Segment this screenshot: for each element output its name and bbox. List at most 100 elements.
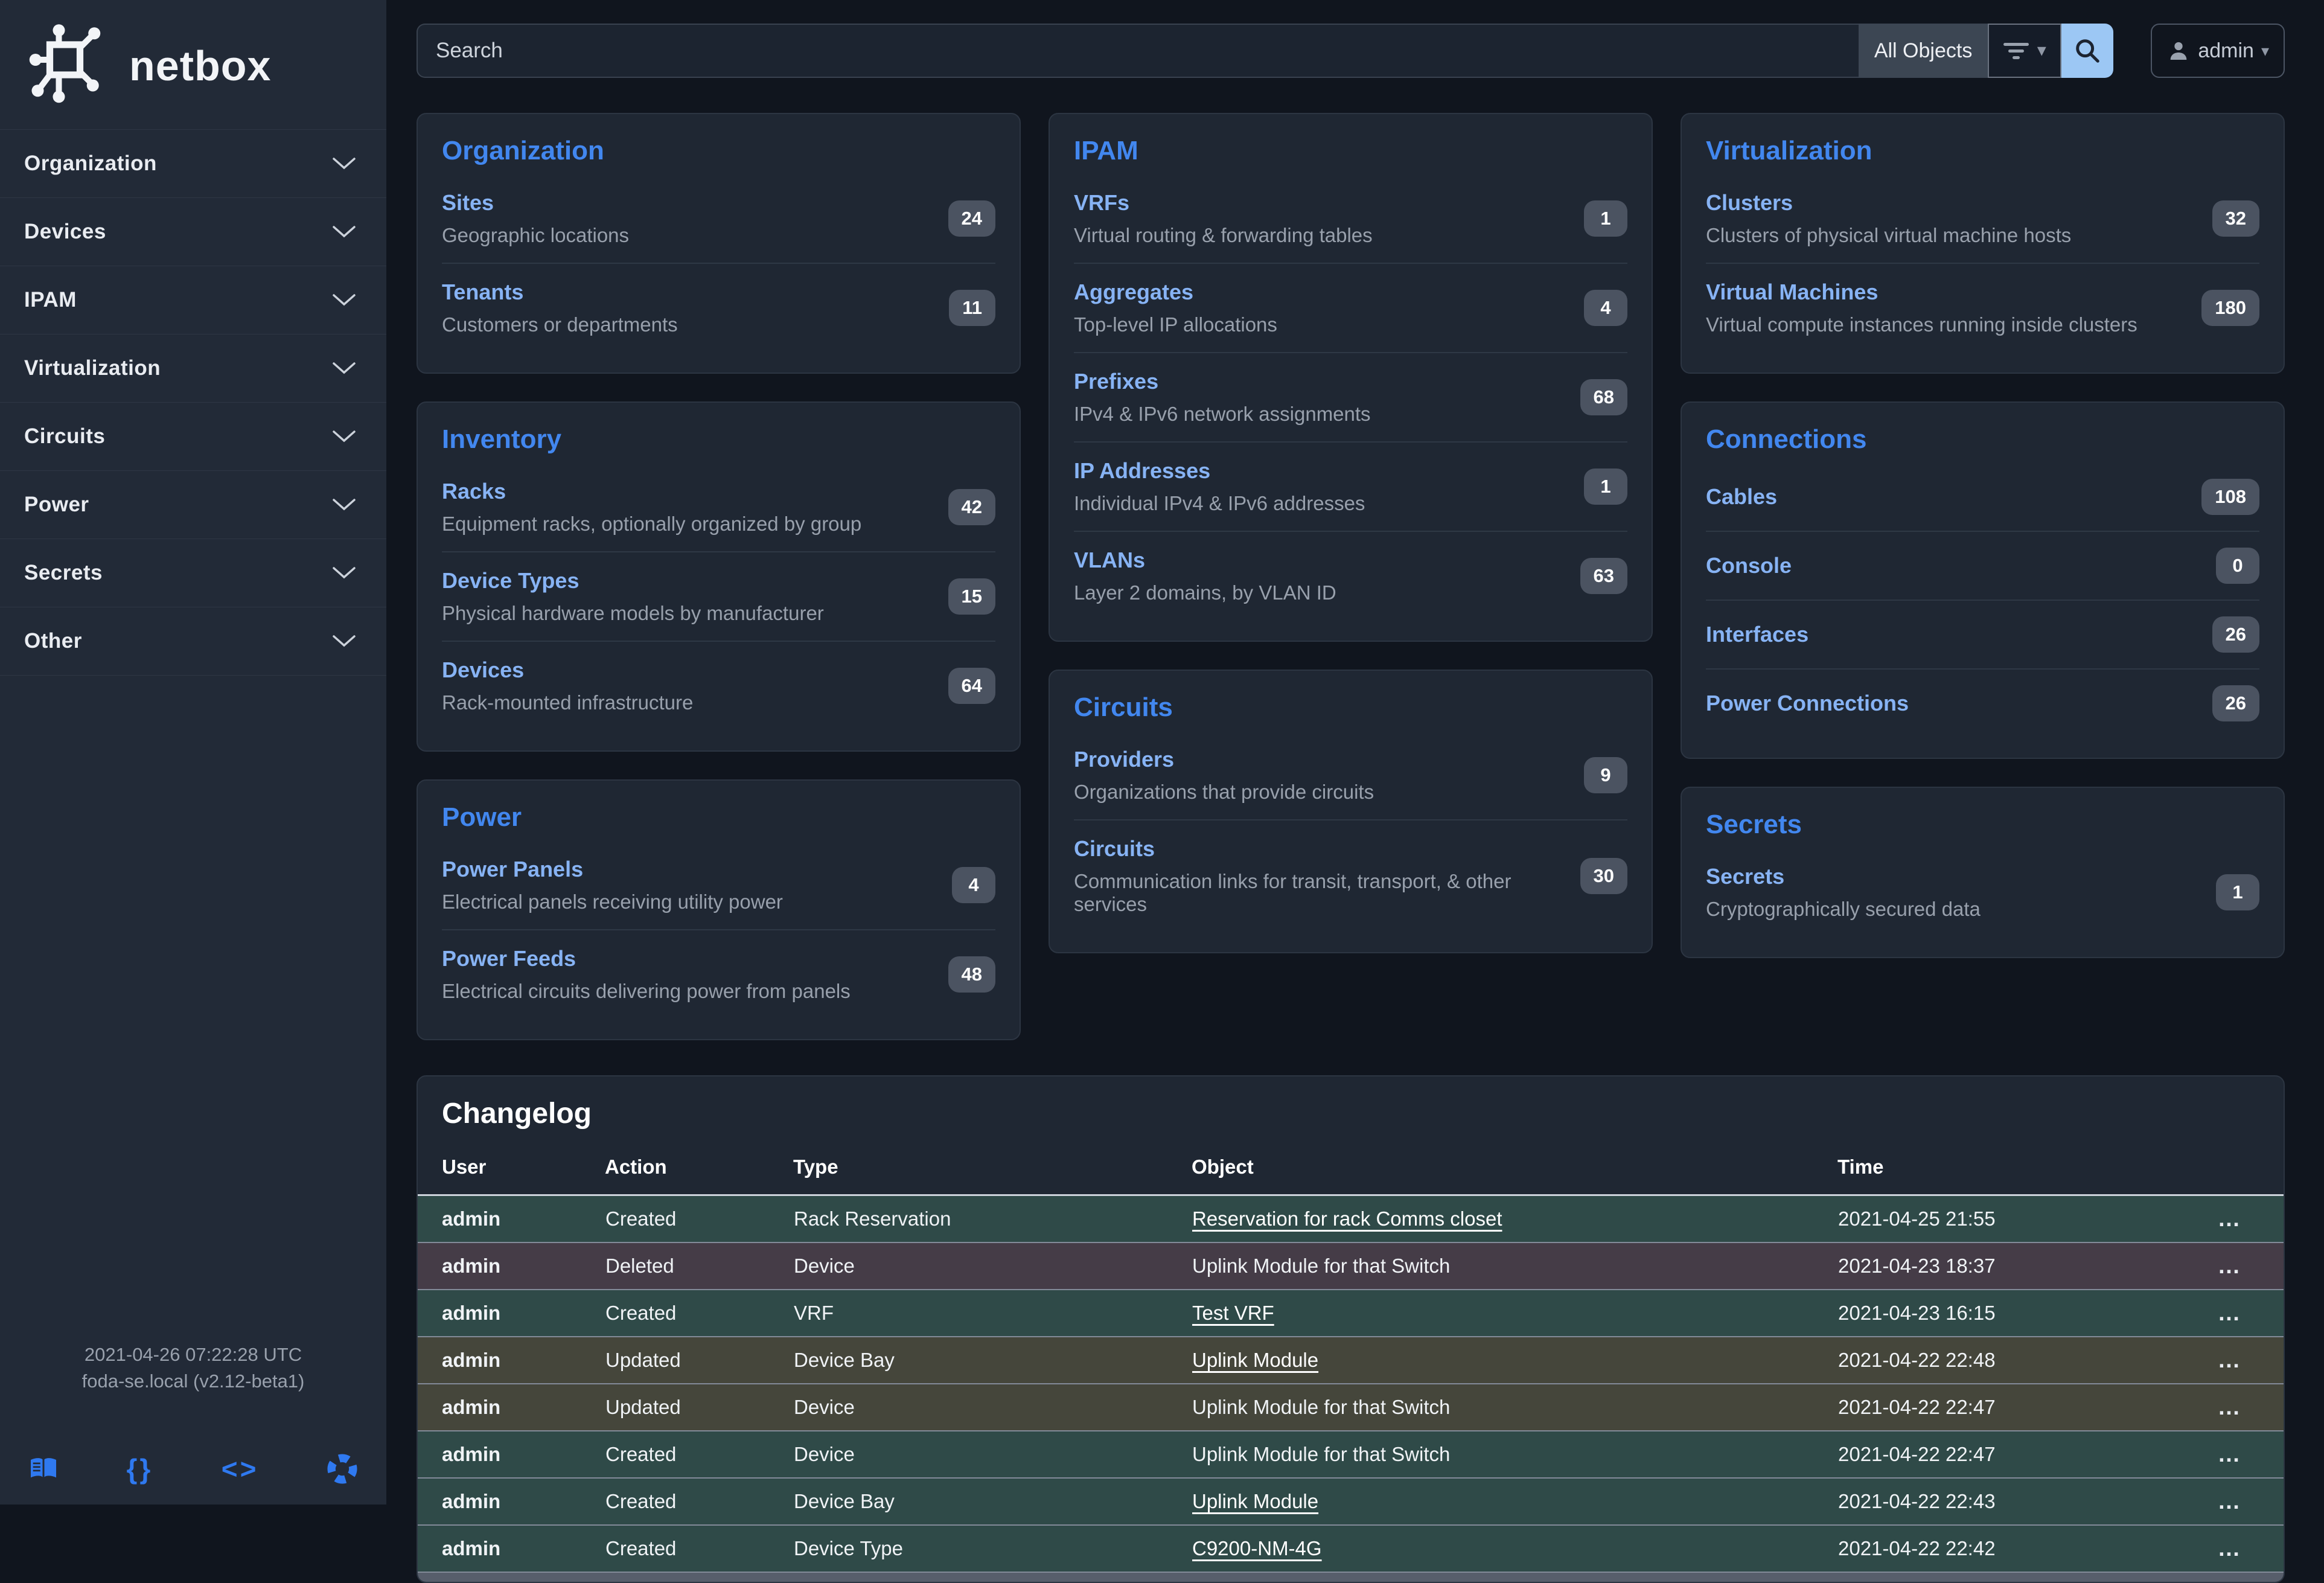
item-link[interactable]: Racks <box>442 479 506 504</box>
object-link[interactable]: Reservation for rack Comms closet <box>1192 1207 1502 1230</box>
changelog-row: adminCreatedDevice BayUplink Module2021-… <box>418 1478 2284 1525</box>
card-title: Organization <box>442 136 995 166</box>
api-braces-icon[interactable]: {} <box>126 1453 153 1485</box>
changelog-row: adminCreatedVRFTest VRF2021-04-23 16:15… <box>418 1290 2284 1337</box>
item-link[interactable]: Power Connections <box>1706 691 1909 715</box>
count-badge: 4 <box>1584 290 1627 326</box>
item-link[interactable]: Prefixes <box>1074 369 1158 394</box>
card-column: IPAMVRFsVirtual routing & forwarding tab… <box>1049 113 1653 1040</box>
card-item-text: Console <box>1706 553 1792 578</box>
object-link[interactable]: Uplink Module <box>1192 1349 1318 1371</box>
cell-type: Device Type <box>793 1525 1192 1572</box>
sidebar-item-ipam[interactable]: IPAM <box>0 266 386 334</box>
item-link[interactable]: Devices <box>442 657 524 682</box>
card-title: Inventory <box>442 424 995 455</box>
card-item-text: VLANsLayer 2 domains, by VLAN ID <box>1074 548 1336 604</box>
count-badge: 11 <box>949 290 995 326</box>
card-item-text: Cables <box>1706 484 1777 510</box>
user-name: admin <box>2198 39 2254 63</box>
item-link[interactable]: Clusters <box>1706 190 1793 215</box>
user-menu-button[interactable]: admin ▾ <box>2151 24 2285 78</box>
changelog-row-partial <box>418 1572 2284 1582</box>
cell-type: Device Bay <box>793 1337 1192 1384</box>
card-item-sites: SitesGeographic locations24 <box>442 174 995 263</box>
changelog-row: adminCreatedDeviceUplink Module for that… <box>418 1431 2284 1478</box>
chevron-down-icon <box>332 430 356 443</box>
changelog-row: adminUpdatedDevice BayUplink Module2021-… <box>418 1337 2284 1384</box>
sidebar-item-organization[interactable]: Organization <box>0 130 386 198</box>
search-submit-button[interactable] <box>2061 24 2113 78</box>
item-link[interactable]: VRFs <box>1074 190 1129 215</box>
row-actions-button[interactable]: … <box>2214 1489 2246 1514</box>
search-scope-button[interactable]: All Objects <box>1859 24 1988 78</box>
cell-actions: … <box>2176 1337 2284 1384</box>
cell-time: 2021-04-22 22:42 <box>1837 1525 2176 1572</box>
row-actions-button[interactable]: … <box>2214 1395 2246 1419</box>
item-link[interactable]: Device Types <box>442 568 579 593</box>
card-item-device-types: Device TypesPhysical hardware models by … <box>442 551 995 641</box>
item-link[interactable]: Cables <box>1706 484 1777 509</box>
card-item-ip-addresses: IP AddressesIndividual IPv4 & IPv6 addre… <box>1074 441 1627 531</box>
virtualization-card: VirtualizationClustersClusters of physic… <box>1681 113 2285 374</box>
footer-timestamp: 2021-04-26 07:22:28 UTC <box>0 1342 386 1368</box>
sidebar: netbox OrganizationDevicesIPAMVirtualiza… <box>0 0 386 1505</box>
item-link[interactable]: Console <box>1706 553 1792 578</box>
row-actions-button[interactable]: … <box>2214 1254 2246 1278</box>
row-actions-button[interactable]: … <box>2214 1348 2246 1372</box>
count-badge: 1 <box>2216 874 2259 910</box>
row-actions-button[interactable]: … <box>2214 1442 2246 1466</box>
row-actions-button[interactable]: … <box>2214 1537 2246 1561</box>
docs-book-icon[interactable] <box>29 1456 58 1482</box>
source-code-icon[interactable]: <> <box>222 1453 259 1485</box>
chevron-down-icon <box>332 225 356 238</box>
cell-object: Uplink Module for that Switch <box>1192 1431 1837 1478</box>
item-link[interactable]: Virtual Machines <box>1706 280 1878 304</box>
object-link[interactable]: Test VRF <box>1192 1302 1274 1324</box>
chevron-down-icon: ▾ <box>2037 42 2046 60</box>
changelog-row: adminDeletedDeviceUplink Module for that… <box>418 1242 2284 1290</box>
sidebar-item-other[interactable]: Other <box>0 607 386 676</box>
sidebar-item-secrets[interactable]: Secrets <box>0 539 386 607</box>
item-link[interactable]: Power Panels <box>442 857 583 881</box>
sidebar-item-power[interactable]: Power <box>0 471 386 539</box>
object-link[interactable]: C9200-NM-4G <box>1192 1537 1322 1559</box>
item-link[interactable]: Sites <box>442 190 494 215</box>
card-title: Circuits <box>1074 692 1627 723</box>
item-link[interactable]: Providers <box>1074 747 1174 772</box>
item-link[interactable]: VLANs <box>1074 548 1145 572</box>
cell-type: Device <box>793 1242 1192 1290</box>
row-actions-button[interactable]: … <box>2214 1207 2246 1231</box>
item-link[interactable]: Tenants <box>442 280 523 304</box>
cell-object: Uplink Module for that Switch <box>1192 1384 1837 1431</box>
app-root: netbox OrganizationDevicesIPAMVirtualiza… <box>0 0 2324 1505</box>
item-link[interactable]: Power Feeds <box>442 946 576 971</box>
sidebar-item-circuits[interactable]: Circuits <box>0 403 386 471</box>
item-link[interactable]: Circuits <box>1074 836 1155 861</box>
row-actions-button[interactable]: … <box>2214 1301 2246 1325</box>
sidebar-item-devices[interactable]: Devices <box>0 198 386 266</box>
cell-type: Device <box>793 1384 1192 1431</box>
col-header-time: Time <box>1837 1147 2176 1195</box>
power-card: PowerPower PanelsElectrical panels recei… <box>417 779 1021 1040</box>
item-link[interactable]: Aggregates <box>1074 280 1193 304</box>
object-link[interactable]: Uplink Module <box>1192 1490 1318 1512</box>
card-item-text: TenantsCustomers or departments <box>442 280 678 336</box>
card-item-vrfs: VRFsVirtual routing & forwarding tables1 <box>1074 174 1627 263</box>
main-content: All Objects ▾ admin ▾ <box>386 0 2324 1505</box>
search-filter-button[interactable]: ▾ <box>1988 24 2061 78</box>
item-description: Equipment racks, optionally organized by… <box>442 513 861 536</box>
sidebar-item-label: Secrets <box>24 561 103 585</box>
card-item-text: SecretsCryptographically secured data <box>1706 864 1981 921</box>
card-item-text: DevicesRack-mounted infrastructure <box>442 657 693 714</box>
cell-type: Device <box>793 1431 1192 1478</box>
help-lifering-icon[interactable] <box>327 1454 357 1484</box>
search-input[interactable] <box>417 24 1859 78</box>
sidebar-item-virtualization[interactable]: Virtualization <box>0 334 386 403</box>
card-column: VirtualizationClustersClusters of physic… <box>1681 113 2285 1040</box>
item-link[interactable]: Secrets <box>1706 864 1784 889</box>
footer-host: foda-se.local (v2.12-beta1) <box>0 1368 386 1395</box>
count-badge: 30 <box>1580 858 1627 894</box>
item-link[interactable]: IP Addresses <box>1074 458 1210 483</box>
item-link[interactable]: Interfaces <box>1706 622 1808 647</box>
brand-logo[interactable]: netbox <box>0 0 386 129</box>
